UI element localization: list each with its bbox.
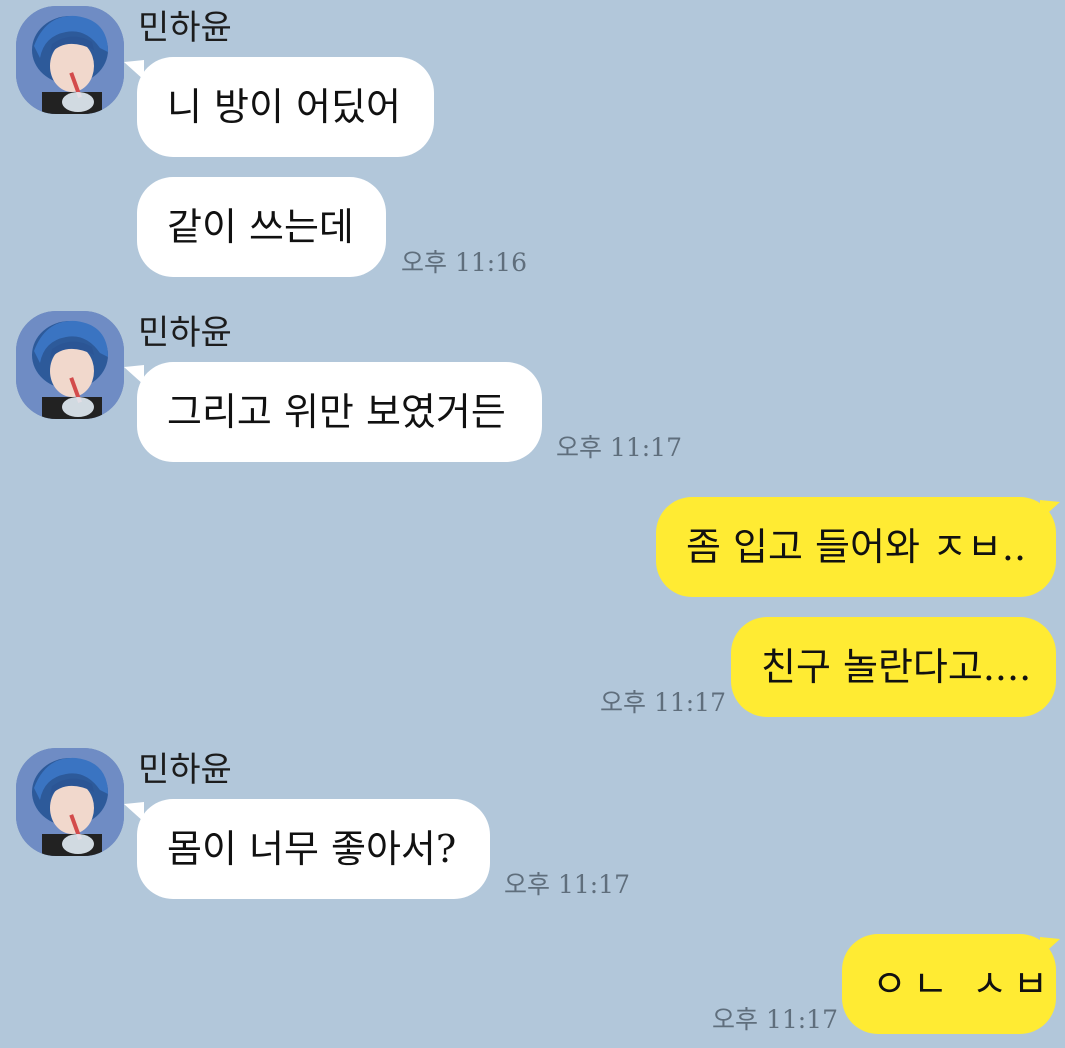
message-bubble-incoming[interactable]: 같이 쓰는데 [137, 177, 386, 277]
sender-name: 민하윤 [138, 8, 232, 48]
sender-name: 민하윤 [138, 313, 232, 353]
message-bubble-outgoing[interactable]: 좀 입고 들어와 ㅈㅂ.. [656, 497, 1056, 597]
message-bubble-incoming[interactable]: 몸이 너무 좋아서? [137, 799, 490, 899]
message-timestamp: 오후 11:16 [401, 248, 527, 277]
chat-screen: { "chat": { "sender_name": "민하윤", "color… [0, 0, 1065, 1048]
message-bubble-incoming[interactable]: 니 방이 어딨어 [137, 57, 434, 157]
profile-photo-icon [16, 6, 124, 114]
sender-avatar[interactable] [16, 748, 124, 856]
message-bubble-incoming[interactable]: 그리고 위만 보였거든 [137, 362, 542, 462]
message-timestamp: 오후 11:17 [504, 870, 630, 899]
sender-name: 민하윤 [138, 750, 232, 790]
message-timestamp: 오후 11:17 [556, 433, 682, 462]
message-timestamp: 오후 11:17 [712, 1005, 838, 1034]
sender-avatar[interactable] [16, 311, 124, 419]
message-timestamp: 오후 11:17 [600, 688, 726, 717]
message-bubble-outgoing[interactable]: ㅇㄴ ㅅㅂ [842, 934, 1056, 1034]
profile-photo-icon [16, 311, 124, 419]
message-bubble-outgoing[interactable]: 친구 놀란다고.... [731, 617, 1056, 717]
profile-photo-icon [16, 748, 124, 856]
sender-avatar[interactable] [16, 6, 124, 114]
